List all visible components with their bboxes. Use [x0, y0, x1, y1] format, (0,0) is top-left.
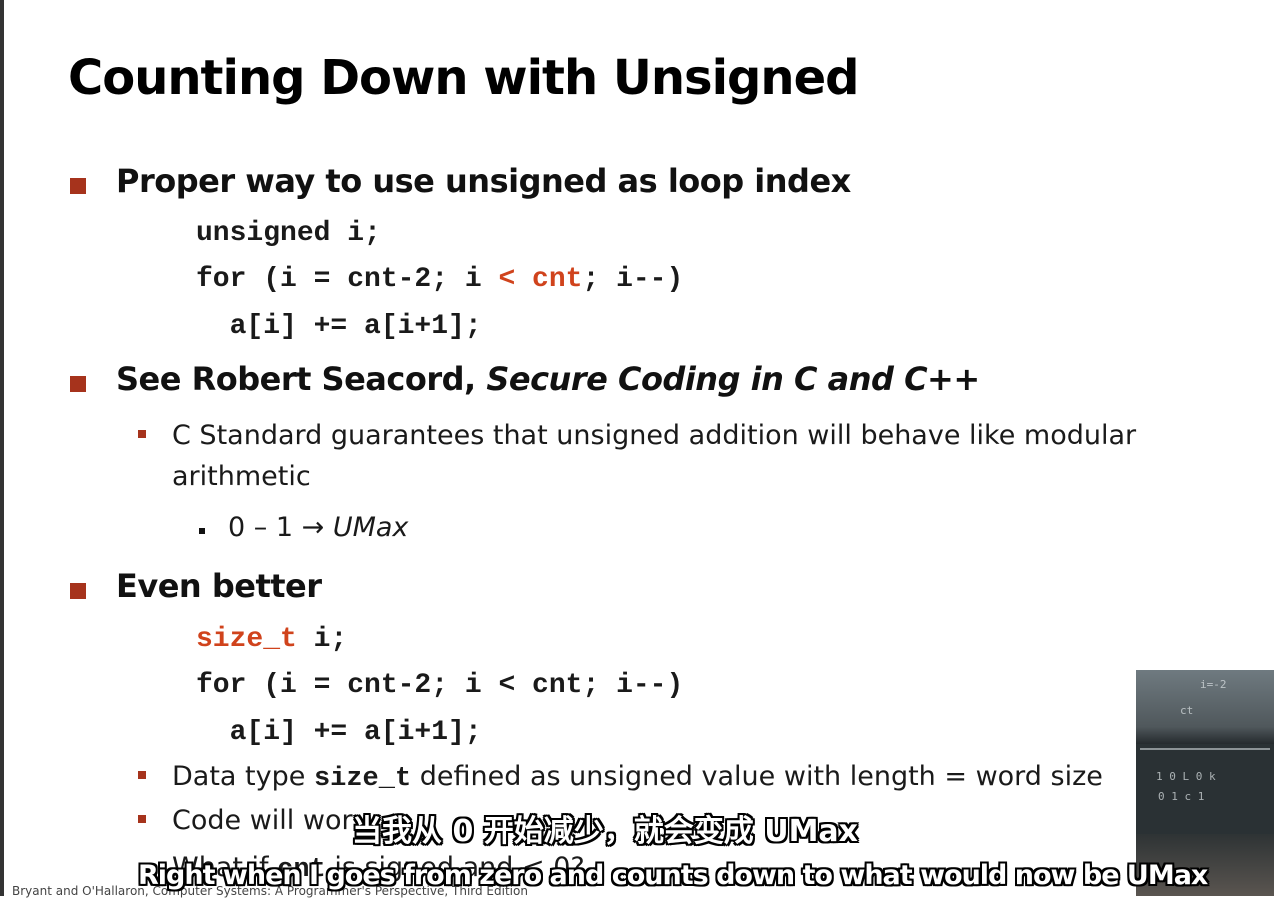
bullet-proper-way: Proper way to use unsigned as loop index	[116, 162, 851, 200]
sub-bullet-c-standard: C Standard guarantees that unsigned addi…	[172, 420, 1137, 451]
bullet-marker	[70, 178, 86, 194]
code-line-for-loop-1: for (i = cnt-2; i < cnt; i--)	[196, 264, 683, 295]
code-text: for (i = cnt-2; i	[196, 264, 499, 295]
sub-bullet-c-standard-cont: arithmetic	[172, 461, 311, 492]
subtitle-chinese: 当我从 0 开始减少，就会变成 UMax	[352, 814, 859, 849]
sub-text: defined as unsigned value with length = …	[411, 761, 1103, 792]
expr-text: 0 – 1 →	[228, 512, 333, 543]
subsub-bullet-marker	[199, 528, 205, 534]
sub-bullet-marker	[138, 430, 146, 438]
bullet-even-better: Even better	[116, 567, 322, 605]
board-text: 0 1 c 1	[1158, 790, 1205, 803]
board-text: i=-2	[1200, 678, 1227, 691]
bullet-text: See Robert Seacord,	[116, 360, 487, 398]
bullet-marker	[70, 376, 86, 392]
code-type-sizet: size_t	[196, 624, 297, 655]
code-line-for-loop-2: for (i = cnt-2; i < cnt; i--)	[196, 670, 684, 701]
subtitle-english: Right when I goes from zero and counts d…	[138, 860, 1208, 891]
sub-bullet-marker	[138, 771, 146, 779]
code-line-sizet-decl: size_t i;	[196, 624, 347, 655]
code-highlight-cond: < cnt	[498, 264, 583, 295]
sub-bullet-code-will-work: Code will wor	[172, 805, 353, 836]
slide-title: Counting Down with Unsigned	[68, 50, 859, 106]
board-text: ct	[1180, 704, 1194, 717]
board-text: 1 0 L 0 k	[1156, 770, 1216, 783]
bullet-seacord: See Robert Seacord, Secure Coding in C a…	[116, 360, 980, 398]
umax-text: UMax	[332, 512, 409, 543]
code-text: ; i--)	[582, 264, 684, 295]
book-title: Secure Coding in C and C++	[486, 360, 980, 398]
sub-bullet-marker	[138, 815, 146, 823]
board-edge	[1140, 748, 1270, 750]
code-text: i;	[296, 624, 348, 655]
window-left-border	[0, 0, 4, 896]
sub-bullet-sizet: Data type size_t defined as unsigned val…	[172, 761, 1103, 794]
sub-mono-sizet: size_t	[313, 764, 412, 794]
bullet-marker	[70, 583, 86, 599]
code-line-body-2: a[i] += a[i+1];	[196, 717, 482, 748]
sub-text: Data type	[172, 761, 314, 792]
subsub-bullet-umax: 0 – 1 → UMax	[228, 512, 408, 543]
code-line-body-1: a[i] += a[i+1];	[196, 311, 482, 342]
blackboard	[1136, 744, 1274, 834]
code-line-unsigned-decl: unsigned i;	[196, 218, 381, 249]
